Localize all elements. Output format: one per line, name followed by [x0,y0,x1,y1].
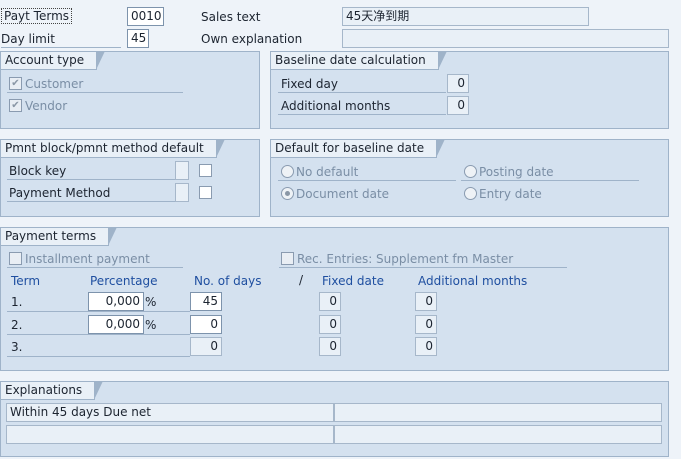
additional-months-column-header: Additional months [418,274,528,288]
percentage-field[interactable]: 0,000 [88,292,144,311]
explanation-line-1: Within 45 days Due net [6,403,334,422]
days-column-header: No. of days [194,274,262,288]
default-baseline-panel: Default for baseline date No default Pos… [270,139,669,217]
explanations-panel: Explanations Within 45 days Due net [0,381,669,457]
payt-terms-label: Payt Terms [1,8,73,24]
term-number: 1. [11,295,23,309]
vendor-checkbox[interactable]: ✔ [9,99,22,112]
posting-date-radio[interactable] [464,165,477,178]
additional-months-field[interactable]: 0 [415,292,437,311]
days-field[interactable]: 0 [190,337,222,356]
sales-text-field[interactable]: 45天净到期 [342,7,589,26]
pmnt-block-title: Pmnt block/pmnt method default [1,139,225,158]
explanation-line-4 [334,425,662,444]
vendor-label: Vendor [25,99,68,113]
payment-method-field[interactable] [175,183,189,202]
additional-months-field[interactable]: 0 [447,96,469,115]
fixed-day-label: Fixed day [281,77,338,91]
days-field[interactable]: 0 [190,315,222,334]
account-type-title: Account type [1,51,106,70]
pmnt-block-panel: Pmnt block/pmnt method default Block key… [0,139,260,217]
block-key-checkbox[interactable] [199,164,212,177]
payment-terms-panel: Payment terms Installment payment Rec. E… [0,227,669,371]
baseline-calc-title: Baseline date calculation [271,51,447,70]
percentage-column-header: Percentage [90,274,158,288]
slash-separator: / [299,273,304,287]
days-field[interactable]: 45 [190,292,222,311]
installment-payment-label: Installment payment [25,252,150,266]
explanation-line-3 [6,425,334,444]
percentage-field[interactable]: 0,000 [88,315,144,334]
entry-date-label: Entry date [479,187,542,201]
payment-method-label: Payment Method [9,186,111,200]
day-limit-field[interactable]: 45 [127,29,149,48]
additional-months-field[interactable]: 0 [415,337,437,356]
fixed-date-field[interactable]: 0 [319,292,341,311]
rec-entries-checkbox[interactable] [281,252,294,265]
posting-date-label: Posting date [479,165,554,179]
additional-months-label: Additional months [281,99,391,113]
payment-terms-title: Payment terms [1,227,118,246]
day-limit-label: Day limit [1,32,55,46]
fixed-date-field[interactable]: 0 [319,337,341,356]
fixed-date-column-header: Fixed date [322,274,384,288]
additional-months-field[interactable]: 0 [415,315,437,334]
block-key-field[interactable] [175,161,189,180]
percent-sign: % [145,295,157,309]
installment-payment-checkbox[interactable] [9,252,22,265]
no-default-radio[interactable] [281,165,294,178]
explanations-title: Explanations [1,381,104,400]
term-column-header: Term [11,274,41,288]
entry-date-radio[interactable] [464,187,477,200]
checkmark-icon: ✔ [11,100,20,111]
own-explanation-label: Own explanation [201,32,303,46]
term-number: 3. [11,340,23,354]
customer-label: Customer [25,77,84,91]
block-key-label: Block key [9,164,67,178]
customer-checkbox[interactable]: ✔ [9,77,22,90]
rec-entries-label: Rec. Entries: Supplement fm Master [297,252,514,266]
account-type-panel: Account type ✔ Customer ✔ Vendor [0,51,260,129]
term-number: 2. [11,318,23,332]
sales-text-label: Sales text [201,10,261,24]
own-explanation-field[interactable] [342,29,669,48]
checkmark-icon: ✔ [11,78,20,89]
explanation-line-2 [334,403,662,422]
document-date-radio[interactable] [281,187,294,200]
fixed-date-field[interactable]: 0 [319,315,341,334]
no-default-label: No default [296,165,359,179]
payt-terms-field[interactable]: 0010 [127,7,164,26]
baseline-calc-panel: Baseline date calculation Fixed day 0 Ad… [270,51,669,129]
percent-sign: % [145,318,157,332]
default-baseline-title: Default for baseline date [271,139,446,158]
payment-method-checkbox[interactable] [199,186,212,199]
fixed-day-field[interactable]: 0 [447,74,469,93]
document-date-label: Document date [296,187,390,201]
